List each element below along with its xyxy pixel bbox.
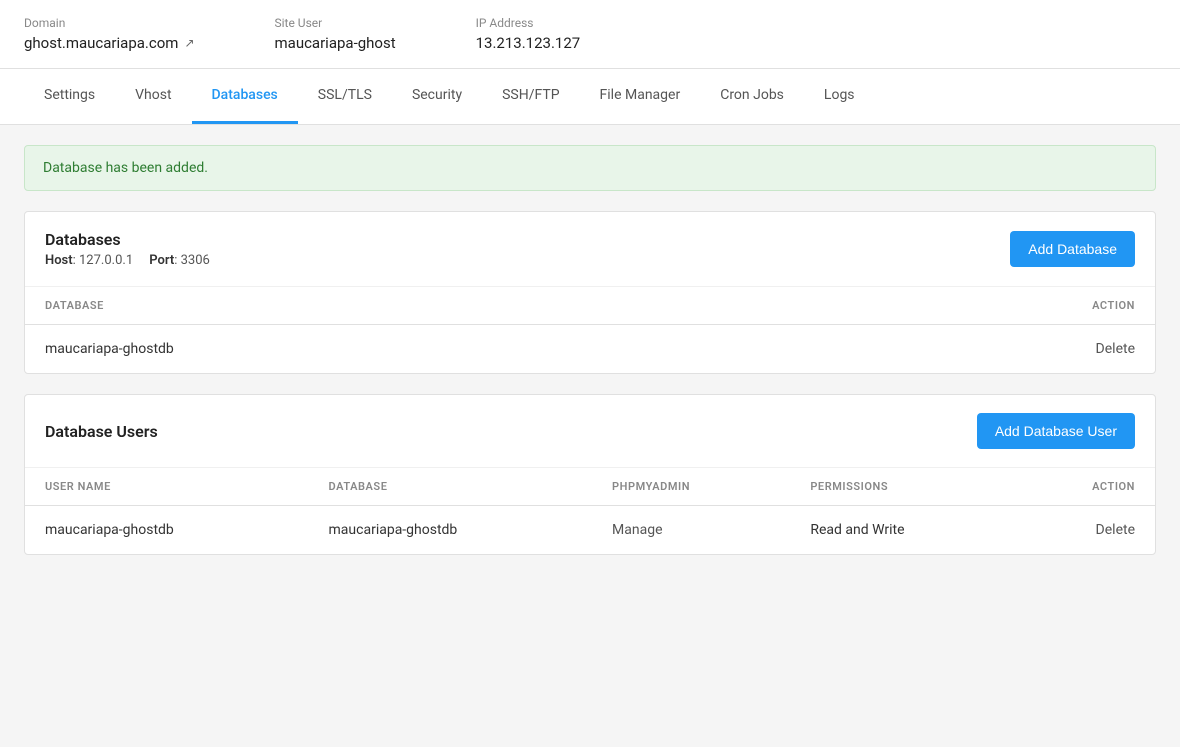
col-user-database: DATABASE [309,468,593,506]
tab-settings[interactable]: Settings [24,69,115,124]
port-label: Port [149,253,174,268]
database-users-card: Database Users Add Database User USER NA… [24,394,1156,555]
ip-address-field: IP Address 13.213.123.127 [476,16,581,52]
col-user-name: USER NAME [25,468,309,506]
col-user-action: ACTION [1016,468,1155,506]
col-phpmyadmin: PHPMYADMIN [592,468,790,506]
manage-link[interactable]: Manage [612,522,662,538]
site-user-field: Site User maucariapa-ghost [275,16,396,52]
tab-vhost[interactable]: Vhost [115,69,191,124]
delete-user-link[interactable]: Delete [1096,522,1135,538]
databases-meta: Host: 127.0.0.1 Port: 3306 [45,253,210,268]
database-users-card-header: Database Users Add Database User [25,395,1155,468]
phpmyadmin-cell[interactable]: Manage [592,506,790,555]
user-database-cell: maucariapa-ghostdb [309,506,593,555]
tab-ssl-tls[interactable]: SSL/TLS [298,69,392,124]
host-label: Host [45,253,73,268]
success-alert: Database has been added. [24,145,1156,191]
tab-file-manager[interactable]: File Manager [580,69,701,124]
ip-address-label: IP Address [476,16,581,30]
host-value: 127.0.0.1 [79,253,133,268]
top-bar: Domain ghost.maucariapa.com ↗ Site User … [0,0,1180,69]
delete-database-link[interactable]: Delete [1096,341,1135,357]
tab-logs[interactable]: Logs [804,69,875,124]
database-users-table-header: USER NAME DATABASE PHPMYADMIN PERMISSION… [25,468,1155,506]
user-action-cell: Delete [1016,506,1155,555]
col-database: DATABASE [25,287,783,325]
databases-card: Databases Host: 127.0.0.1 Port: 3306 Add… [24,211,1156,374]
col-action: ACTION [783,287,1155,325]
table-row: maucariapa-ghostdb maucariapa-ghostdb Ma… [25,506,1155,555]
databases-card-header: Databases Host: 127.0.0.1 Port: 3306 Add… [25,212,1155,287]
domain-field: Domain ghost.maucariapa.com ↗ [24,16,195,52]
databases-title: Databases [45,230,210,249]
tab-ssh-ftp[interactable]: SSH/FTP [482,69,579,124]
col-permissions: PERMISSIONS [790,468,1015,506]
database-action-cell: Delete [783,325,1155,374]
tab-databases[interactable]: Databases [192,69,298,124]
domain-label: Domain [24,16,195,30]
tab-cron-jobs[interactable]: Cron Jobs [700,69,804,124]
domain-value: ghost.maucariapa.com [24,34,178,52]
site-user-label: Site User [275,16,396,30]
database-users-title: Database Users [45,422,158,441]
add-database-user-button[interactable]: Add Database User [977,413,1135,449]
port-value: 3306 [181,253,210,268]
site-user-value: maucariapa-ghost [275,34,396,52]
databases-table: DATABASE ACTION maucariapa-ghostdb Delet… [25,287,1155,373]
external-link-icon[interactable]: ↗ [184,36,194,50]
tab-security[interactable]: Security [392,69,482,124]
add-database-button[interactable]: Add Database [1010,231,1135,267]
table-row: maucariapa-ghostdb Delete [25,325,1155,374]
alert-message: Database has been added. [43,160,208,176]
databases-card-title-section: Databases Host: 127.0.0.1 Port: 3306 [45,230,210,268]
database-name-cell: maucariapa-ghostdb [25,325,783,374]
user-name-cell: maucariapa-ghostdb [25,506,309,555]
main-content: Database has been added. Databases Host:… [0,125,1180,595]
ip-address-value: 13.213.123.127 [476,34,581,52]
permissions-cell: Read and Write [790,506,1015,555]
databases-table-header: DATABASE ACTION [25,287,1155,325]
tabs-nav: Settings Vhost Databases SSL/TLS Securit… [0,69,1180,125]
database-users-table: USER NAME DATABASE PHPMYADMIN PERMISSION… [25,468,1155,554]
